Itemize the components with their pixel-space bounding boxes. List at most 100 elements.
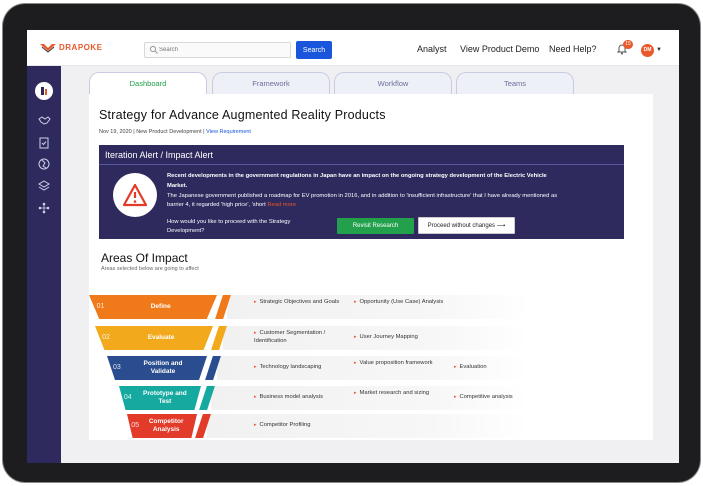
globe-icon [38, 158, 50, 170]
nav-analyst[interactable]: Analyst [417, 44, 447, 54]
bullet-icon: ▸ [354, 334, 357, 340]
sidebar-item-profile[interactable] [35, 82, 53, 100]
stage-label: Prototype and Test [143, 390, 187, 405]
tablet-frame: DRAPOKE Search Analyst View Product Demo… [3, 4, 700, 482]
sidebar-item-globe[interactable] [36, 156, 52, 172]
impact-item-label: Competitive analysis [459, 394, 513, 400]
bullet-icon: ▸ [354, 390, 357, 396]
stage-number: 02 [102, 334, 110, 341]
impact-item[interactable]: ▸ Opportunity (Use Case) Analysis [354, 298, 446, 306]
bullet-icon: ▸ [254, 299, 257, 305]
tab-workflow[interactable]: Workflow [334, 72, 452, 94]
search-input[interactable] [159, 44, 287, 56]
page-meta: Nov 19, 2020 | New Product Development |… [99, 129, 251, 135]
impact-item[interactable]: ▸ Value proposition framework [354, 359, 446, 367]
search-icon [149, 45, 158, 54]
impact-item[interactable]: ▸ Competitive analysis [454, 393, 544, 401]
handshake-icon [37, 115, 51, 125]
brand-name: DRAPOKE [59, 43, 103, 52]
impact-item-label: Customer Segmentation / Identification [254, 330, 326, 344]
impact-item[interactable]: ▸ Competitor Profiling [254, 421, 346, 429]
funnel-row: 05 Competitor Analysis ▸ Competitor Profili… [89, 414, 653, 438]
impact-alert: Iteration Alert / Impact Alert Recent de… [99, 145, 624, 239]
revisit-research-button[interactable]: Revisit Research [337, 218, 414, 234]
alert-question: How would you like to proceed with the S… [167, 219, 291, 234]
warning-icon [113, 173, 157, 217]
impact-item-label: Business model analysis [259, 394, 323, 400]
impact-item-label: Technology landscaping [259, 364, 322, 370]
stage-number: 01 [96, 303, 105, 310]
funnel-stage[interactable]: 03 Position and Validate [107, 356, 207, 380]
app-screen: DRAPOKE Search Analyst View Product Demo… [27, 30, 679, 463]
impact-item-label: Value proposition framework [359, 360, 433, 366]
bullet-icon: ▸ [254, 394, 257, 400]
funnel-row: 02 Evaluate ▸ Customer Segmentation / Ident… [89, 326, 653, 350]
stage-label: Position and Validate [143, 360, 183, 375]
impact-item-label: Opportunity (Use Case) Analysis [359, 299, 444, 305]
sidebar-item-layers[interactable] [36, 178, 52, 194]
top-bar: DRAPOKE Search Analyst View Product Demo… [27, 30, 679, 66]
stage-number: 03 [113, 364, 121, 371]
impact-item[interactable]: ▸ Evaluation [454, 363, 544, 371]
hierarchy-icon [38, 202, 50, 214]
proceed-without-changes-button[interactable]: Proceed without changes ⟶ [418, 217, 515, 234]
search-button[interactable]: Search [296, 41, 332, 59]
tab-teams[interactable]: Teams [456, 72, 574, 94]
impact-item[interactable]: ▸ Market research and sizing [354, 389, 446, 397]
areas-of-impact-subtitle: Areas selected below are going to affect [101, 266, 199, 272]
impact-item[interactable]: ▸ Strategic Objectives and Goals [254, 298, 346, 306]
sidebar-item-handshake[interactable] [36, 112, 52, 128]
stage-label: Competitor Analysis [148, 418, 184, 433]
stage-number: 05 [131, 422, 139, 429]
notification-badge: 15 [623, 40, 633, 49]
bullet-icon: ▸ [354, 299, 357, 305]
stage-label: Evaluate [147, 334, 175, 341]
bullet-icon: ▸ [454, 364, 457, 370]
dashboard-panel: Strategy for Advance Augmented Reality P… [89, 94, 653, 440]
impact-item[interactable]: ▸ User Journey Mapping [354, 333, 446, 341]
avatar[interactable]: DM [641, 44, 654, 57]
funnel-row: 03 Position and Validate ▸ Technology lands… [89, 356, 653, 380]
bullet-icon: ▸ [254, 330, 257, 336]
bullet-icon: ▸ [254, 422, 257, 428]
nav-view-product-demo[interactable]: View Product Demo [460, 44, 539, 54]
bullet-icon: ▸ [354, 360, 357, 366]
funnel-stage[interactable]: 02 Evaluate [95, 326, 213, 350]
stage-number: 04 [123, 394, 132, 401]
profile-icon [41, 87, 47, 95]
funnel-stage[interactable]: 05 Competitor Analysis [127, 414, 197, 438]
search-box [144, 42, 291, 58]
alert-heading: Iteration Alert / Impact Alert [105, 150, 214, 160]
stage-label: Define [150, 303, 171, 310]
tab-framework[interactable]: Framework [212, 72, 330, 94]
nav-need-help[interactable]: Need Help? [549, 44, 597, 54]
impact-item-label: Competitor Profiling [259, 422, 311, 428]
impact-item-label: Strategic Objectives and Goals [259, 299, 340, 305]
read-more-link[interactable]: Read more [267, 202, 296, 208]
bullet-icon: ▸ [254, 364, 257, 370]
brand-logo[interactable]: DRAPOKE [39, 41, 111, 55]
funnel-stage[interactable]: 04 Prototype and Test [119, 386, 201, 410]
alert-message-bold: Recent developments in the government re… [167, 173, 547, 189]
funnel-stage[interactable]: 01 Define [89, 295, 217, 319]
logo-mark-icon [40, 44, 56, 53]
impact-item-label: Market research and sizing [359, 390, 430, 396]
chevron-down-icon[interactable]: ▼ [656, 47, 662, 53]
bullet-icon: ▸ [454, 394, 457, 400]
page-title: Strategy for Advance Augmented Reality P… [99, 108, 386, 122]
tab-dashboard[interactable]: Dashboard [89, 72, 207, 94]
divider [99, 164, 624, 165]
alert-message: Recent developments in the government re… [167, 172, 562, 211]
clipboard-check-icon [39, 137, 49, 148]
main-content: Dashboard Framework Workflow Teams Strat… [61, 66, 679, 463]
impact-item[interactable]: ▸ Technology landscaping [254, 363, 346, 371]
impact-item[interactable]: ▸ Customer Segmentation / Identification [254, 329, 346, 345]
funnel-row: 01 Define ▸ Strategic Objectives and Goals ▸… [89, 295, 653, 319]
sidebar [27, 66, 61, 463]
view-requirement-link[interactable]: View Requirement [206, 129, 251, 135]
sidebar-item-hierarchy[interactable] [36, 200, 52, 216]
layers-icon [38, 180, 50, 191]
sidebar-item-clipboard[interactable] [36, 134, 52, 150]
impact-item[interactable]: ▸ Business model analysis [254, 393, 346, 401]
alert-message-body: The Japanese government published a road… [167, 192, 558, 209]
